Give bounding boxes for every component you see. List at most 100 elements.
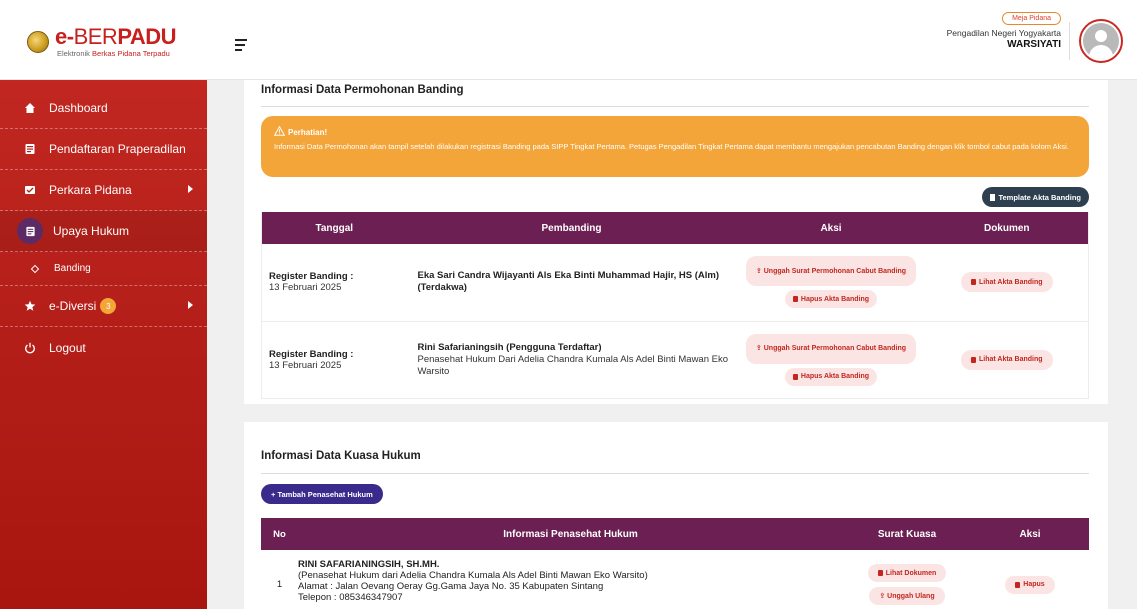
upload-cabut-banding-button[interactable]: ⇪ Unggah Surat Permohonan Cabut Banding <box>746 333 916 364</box>
role-badge: Meja Pidana <box>1002 12 1061 25</box>
avatar[interactable] <box>1079 19 1123 63</box>
section-title: Informasi Data Kuasa Hukum <box>261 450 421 462</box>
sidebar-item-label: e-Diversi <box>49 299 97 313</box>
logo-subtitle: Elektronik Berkas Pidana Terpadu <box>57 49 170 58</box>
sidebar-item-label: Pendaftaran Praperadilan <box>49 142 186 156</box>
column-header: Surat Kuasa <box>877 528 937 540</box>
sidebar-item-upaya-hukum[interactable]: Upaya Hukum <box>0 211 207 252</box>
table-row: 1 RINI SAFARIANINGSIH, SH.MH. (Penasehat… <box>261 550 1089 609</box>
file-icon <box>990 193 996 201</box>
divider <box>261 106 1089 107</box>
sidebar-item-praperadilan[interactable]: Pendaftaran Praperadilan <box>0 129 207 170</box>
banding-table: Tanggal Pembanding Aksi Dokumen Register… <box>261 212 1089 399</box>
banding-card: Informasi Data Permohonan Banding Perhat… <box>244 80 1108 404</box>
upload-icon: ⇪ <box>755 267 764 275</box>
hapus-akta-banding-button[interactable]: Hapus Akta Banding <box>784 367 878 386</box>
upload-cabut-banding-button[interactable]: ⇪ Unggah Surat Permohonan Cabut Banding <box>746 256 916 287</box>
appellant-description: Penasehat Hukum Dari Adelia Chandra Kuma… <box>417 353 729 377</box>
diamond-icon <box>30 264 40 273</box>
button-label: Unggah Surat Permohonan Cabut Banding <box>763 267 907 275</box>
sidebar-item-e-diversi[interactable]: e-Diversi 3 <box>0 286 207 327</box>
column-header: Dokumen <box>983 222 1030 234</box>
legal-icon <box>17 218 43 244</box>
chevron-right-icon <box>188 301 193 309</box>
button-label: Lihat Dokumen <box>885 569 937 577</box>
column-header: Informasi Penasehat Hukum <box>503 528 638 540</box>
kuasa-hukum-table: No Informasi Penasehat Hukum Surat Kuasa… <box>261 518 1089 609</box>
home-icon <box>24 102 36 114</box>
sidebar-nav: Dashboard Pendaftaran Praperadilan Perka… <box>0 88 207 368</box>
column-header: No <box>273 528 286 540</box>
lawyer-phone: Telepon : 085346347907 <box>298 592 403 603</box>
user-name: WARSIYATI <box>1007 39 1061 50</box>
template-akta-banding-button[interactable]: Template Akta Banding <box>982 187 1089 207</box>
column-header: Tanggal <box>315 222 354 234</box>
sidebar-subitem-banding[interactable]: Banding <box>0 252 207 286</box>
date-label: Register Banding : <box>269 271 354 283</box>
lawyer-client: (Penasehat Hukum dari Adelia Chandra Kum… <box>298 570 648 581</box>
upload-icon: ⇪ <box>755 345 764 352</box>
button-label: Template Akta Banding <box>998 192 1081 202</box>
row-number: 1 <box>261 550 298 609</box>
trash-icon <box>792 296 798 303</box>
button-label: Lihat Akta Banding <box>978 278 1043 286</box>
divider <box>1069 22 1070 60</box>
sidebar-item-label: Perkara Pidana <box>49 183 132 197</box>
file-icon <box>970 279 976 286</box>
date-value: 13 Februari 2025 <box>269 282 342 294</box>
table-row: Register Banding :13 Februari 2025 Rini … <box>261 321 1089 399</box>
court-emblem-icon <box>27 31 49 53</box>
kuasa-hukum-card: Informasi Data Kuasa Hukum + Tambah Pena… <box>244 422 1108 609</box>
sidebar-item-label: Banding <box>54 263 91 274</box>
column-header: Aksi <box>1019 528 1041 540</box>
hapus-button[interactable]: Hapus <box>1005 575 1055 594</box>
user-icon <box>1083 23 1119 59</box>
sidebar-item-label: Logout <box>49 340 86 355</box>
button-label: Unggah Surat Permohonan Cabut Banding <box>763 345 907 352</box>
button-label: Hapus Akta Banding <box>800 295 870 303</box>
case-icon <box>24 184 36 196</box>
sidebar-item-label: Upaya Hukum <box>53 224 130 238</box>
trash-icon <box>792 373 798 380</box>
form-icon <box>24 143 36 155</box>
trash-icon <box>1015 581 1021 588</box>
button-label: Lihat Akta Banding <box>978 356 1043 363</box>
court-name: Pengadilan Negeri Yogyakarta <box>946 28 1061 38</box>
topbar: Meja Pidana Pengadilan Negeri Yogyakarta… <box>207 0 1137 80</box>
sidebar-item-label: Dashboard <box>49 101 108 115</box>
date-value: 13 Februari 2025 <box>269 359 342 371</box>
section-title: Informasi Data Permohonan Banding <box>261 84 464 96</box>
upload-icon: ⇪ <box>879 592 888 600</box>
alert-text: Informasi Data Permohonan akan tampil se… <box>274 142 1069 151</box>
file-icon <box>877 570 883 577</box>
button-label: Unggah Ulang <box>887 592 935 600</box>
divider <box>261 473 1089 474</box>
alert-title: Perhatian! <box>288 127 328 137</box>
sidebar: e-BERPADU Elektronik Berkas Pidana Terpa… <box>0 0 207 609</box>
chevron-right-icon <box>188 185 193 193</box>
date-label: Register Banding : <box>269 348 354 360</box>
unggah-ulang-button[interactable]: ⇪ Unggah Ulang <box>869 587 945 606</box>
logo[interactable]: e-BERPADU Elektronik Berkas Pidana Terpa… <box>0 0 207 80</box>
lihat-akta-banding-button[interactable]: Lihat Akta Banding <box>960 349 1053 370</box>
lawyer-name: RINI SAFARIANINGSIH, SH.MH. <box>298 559 440 570</box>
column-header: Pembanding <box>541 222 602 234</box>
lihat-akta-banding-button[interactable]: Lihat Akta Banding <box>960 272 1053 293</box>
lihat-dokumen-button[interactable]: Lihat Dokumen <box>867 564 947 583</box>
star-icon <box>24 300 36 312</box>
warning-icon <box>273 125 286 138</box>
hapus-akta-banding-button[interactable]: Hapus Akta Banding <box>784 290 878 309</box>
button-label: Hapus <box>1023 581 1045 589</box>
warning-alert: Perhatian! Informasi Data Permohonan aka… <box>261 116 1089 177</box>
sidebar-item-logout[interactable]: Logout <box>0 327 207 368</box>
power-icon <box>24 342 36 354</box>
tambah-penasehat-hukum-button[interactable]: + Tambah Penasehat Hukum <box>261 484 383 504</box>
sidebar-item-dashboard[interactable]: Dashboard <box>0 88 207 129</box>
appellant-name: Eka Sari Candra Wijayanti Als Eka Binti … <box>417 270 720 294</box>
sidebar-item-perkara-pidana[interactable]: Perkara Pidana <box>0 170 207 211</box>
column-header: Aksi <box>820 222 842 234</box>
appellant-name: Rini Safarianingsih (Pengguna Terdaftar) <box>417 341 602 353</box>
button-label: Hapus Akta Banding <box>800 373 870 380</box>
menu-toggle-icon[interactable] <box>235 39 247 54</box>
logo-title: e-BERPADU <box>55 24 177 49</box>
